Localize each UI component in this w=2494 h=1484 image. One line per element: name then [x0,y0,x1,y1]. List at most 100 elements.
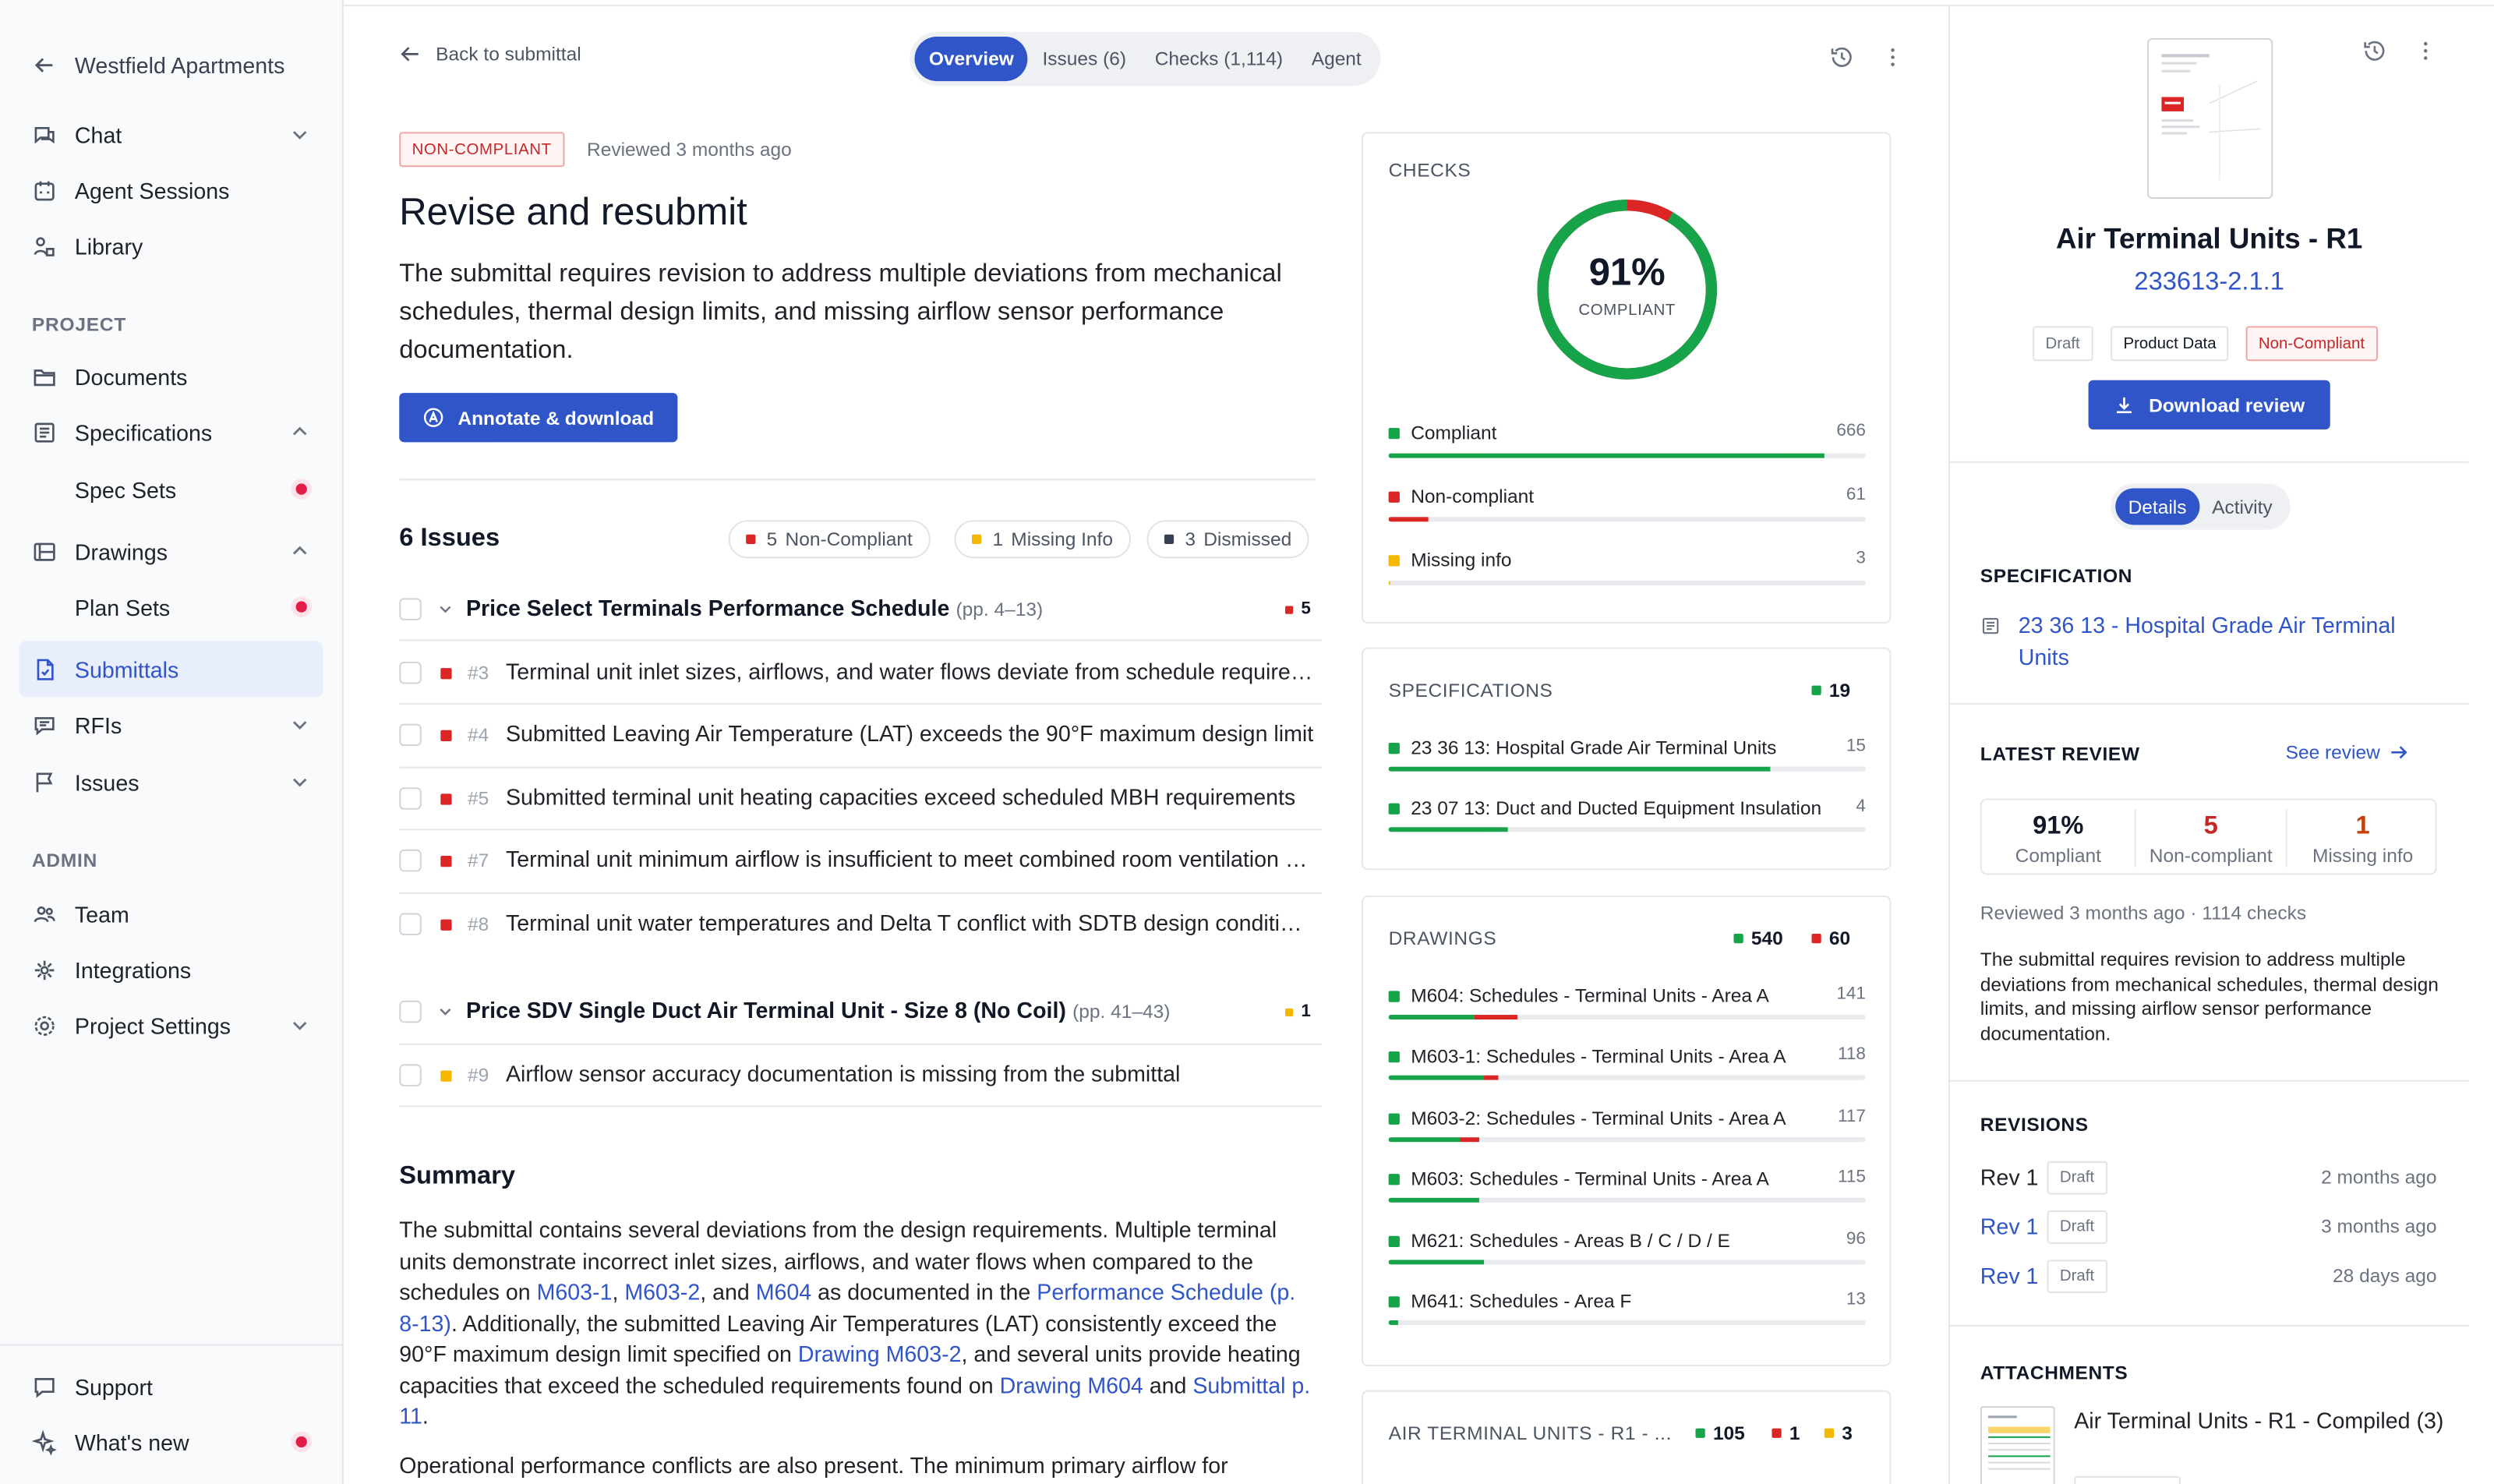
row-label: M603-1: Schedules - Terminal Units - Are… [1411,1044,1786,1068]
drawing-row[interactable]: M604: Schedules - Terminal Units - Area … [1388,984,1866,1016]
attachment-title[interactable]: Air Terminal Units - R1 - Compiled (3) [2074,1406,2456,1436]
tab-activity[interactable]: Activity [2199,489,2285,525]
sidebar-item-label: Project Settings [74,1012,231,1038]
issue-checkbox[interactable] [399,913,422,935]
green-square-icon [1388,1051,1400,1063]
tab-overview[interactable]: Overview [914,36,1029,82]
tab-details[interactable]: Details [2115,488,2199,525]
submittal-code-link[interactable]: 233613-2.1.1 [1950,269,2468,298]
history-icon[interactable] [2362,38,2388,64]
issue-group-title[interactable]: Price SDV Single Duct Air Terminal Unit … [466,998,1170,1023]
more-vertical-icon[interactable] [1880,44,1906,70]
revision-row[interactable]: Rev 1 Draft 3 months ago [1980,1210,2437,1246]
sidebar-item-chat[interactable]: Chat [19,107,323,162]
issue-checkbox[interactable] [399,723,422,747]
checks-row-non-compliant[interactable]: Non-compliant 61 [1388,485,1866,517]
filter-missing-info[interactable]: 1 Missing Info [954,520,1131,559]
link-m603-2[interactable]: M603-2 [624,1279,700,1305]
drawing-row[interactable]: M621: Schedules - Areas B / C / D / E 96 [1388,1230,1866,1262]
link-m604[interactable]: M604 [756,1279,811,1305]
filter-non-compliant[interactable]: 5 Non-Compliant [728,520,931,559]
sidebar-item-specifications[interactable]: Specifications [19,404,323,459]
drawing-row[interactable]: M603-1: Schedules - Terminal Units - Are… [1388,1044,1866,1077]
yellow-square-icon [1284,1007,1294,1016]
bar-fill-compliant [1388,1260,1485,1265]
drawing-row[interactable]: M603: Schedules - Terminal Units - Area … [1388,1168,1866,1200]
drawing-bar [1388,1320,1866,1325]
issue-text: Terminal unit minimum airflow is insuffi… [505,846,1314,872]
sidebar-item-rfis[interactable]: RFIs [19,697,323,752]
spec-row[interactable]: 23 36 13: Hospital Grade Air Terminal Un… [1388,737,1866,768]
summary-paragraph: The submittal contains several deviation… [399,1215,1316,1433]
red-square-icon [440,855,452,867]
chevron-down-icon[interactable] [437,1004,453,1019]
annotate-download-button[interactable]: Annotate & download [399,393,678,443]
submittals-icon [32,656,58,682]
issue-checkbox[interactable] [399,1064,422,1086]
sidebar-item-support[interactable]: Support [19,1359,323,1414]
filter-dismissed[interactable]: 3 Dismissed [1146,520,1309,559]
history-icon[interactable] [1829,44,1855,70]
sidebar: Westfield Apartments Chat Agent Sessions… [0,0,344,1484]
sidebar-item-agent-sessions[interactable]: Agent Sessions [19,162,323,217]
sidebar-item-submittals[interactable]: Submittals [19,641,323,697]
back-to-submittal-link[interactable]: Back to submittal [399,43,581,65]
issue-number: #9 [467,1064,489,1086]
download-review-button[interactable]: Download review [2088,380,2330,430]
drawing-row[interactable]: M641: Schedules - Area F 13 [1388,1290,1866,1322]
spec-row[interactable]: 23 07 13: Duct and Ducted Equipment Insu… [1388,797,1866,829]
sidebar-item-label: Support [74,1373,154,1399]
group-checkbox[interactable] [399,598,422,620]
sidebar-item-whats-new[interactable]: What's new [19,1414,323,1469]
more-vertical-icon[interactable] [2413,38,2439,64]
checks-row-compliant[interactable]: Compliant 666 [1388,422,1866,454]
specification-link[interactable]: 23 36 13 - Hospital Grade Air Terminal U… [2019,611,2432,673]
drawings-count-compliant: 540 [1733,928,1783,949]
sidebar-item-project-settings[interactable]: Project Settings [19,998,323,1053]
stat-value: 5 [2203,812,2218,840]
spec-bar [1388,766,1866,772]
sidebar-item-spec-sets[interactable]: Spec Sets [19,461,323,517]
link-drawing-m604[interactable]: Drawing M604 [1000,1372,1143,1397]
sidebar-item-documents[interactable]: Documents [19,348,323,404]
sidebar-item-drawings[interactable]: Drawings [19,523,323,578]
tab-checks[interactable]: Checks (1,114) [1140,37,1297,81]
issue-group-title[interactable]: Price Select Terminals Performance Sched… [466,595,1043,620]
issue-checkbox[interactable] [399,661,422,684]
link-drawing-m603-2[interactable]: Drawing M603-2 [798,1341,962,1366]
sidebar-item-library[interactable]: Library [19,218,323,274]
page-title: Revise and resubmit [399,190,747,234]
tab-agent[interactable]: Agent [1297,37,1376,81]
red-square-icon [440,793,452,805]
notification-dot [295,601,307,613]
issue-checkbox[interactable] [399,849,422,872]
revision-date: 28 days ago [2333,1264,2437,1288]
sidebar-item-team[interactable]: Team [19,886,323,942]
issue-text: Airflow sensor accuracy documentation is… [505,1061,1181,1086]
link-m603-1[interactable]: M603-1 [537,1279,613,1305]
sidebar-item-plan-sets[interactable]: Plan Sets [19,579,323,634]
tag-draft: Draft [2033,326,2093,362]
folder-icon [32,363,58,389]
yellow-square-icon [440,1070,452,1082]
checks-row-missing-info[interactable]: Missing info 3 [1388,549,1866,581]
revision-row[interactable]: Rev 1 Draft 28 days ago [1980,1260,2437,1295]
document-thumbnail[interactable] [2147,37,2273,200]
revision-row[interactable]: Rev 1 Draft 2 months ago [1980,1161,2437,1196]
green-square-icon [1388,1235,1400,1247]
issue-number: #3 [467,661,489,684]
group-checkbox[interactable] [399,1000,422,1023]
attachment-thumbnail[interactable] [1980,1406,2055,1484]
sidebar-item-issues[interactable]: Issues [19,754,323,809]
sidebar-item-integrations[interactable]: Integrations [19,942,323,997]
revision-link[interactable]: Rev 1 [1980,1214,2039,1239]
chevron-down-icon[interactable] [437,601,453,617]
revision-link[interactable]: Rev 1 [1980,1263,2039,1288]
back-to-project[interactable]: Westfield Apartments [19,37,323,92]
tab-issues[interactable]: Issues (6) [1028,37,1140,81]
issue-checkbox[interactable] [399,787,422,810]
chevron-down-icon [292,1021,307,1030]
spec-bar [1388,827,1866,832]
drawing-row[interactable]: M603-2: Schedules - Terminal Units - Are… [1388,1107,1866,1139]
see-review-link[interactable]: See review [2286,741,2409,764]
